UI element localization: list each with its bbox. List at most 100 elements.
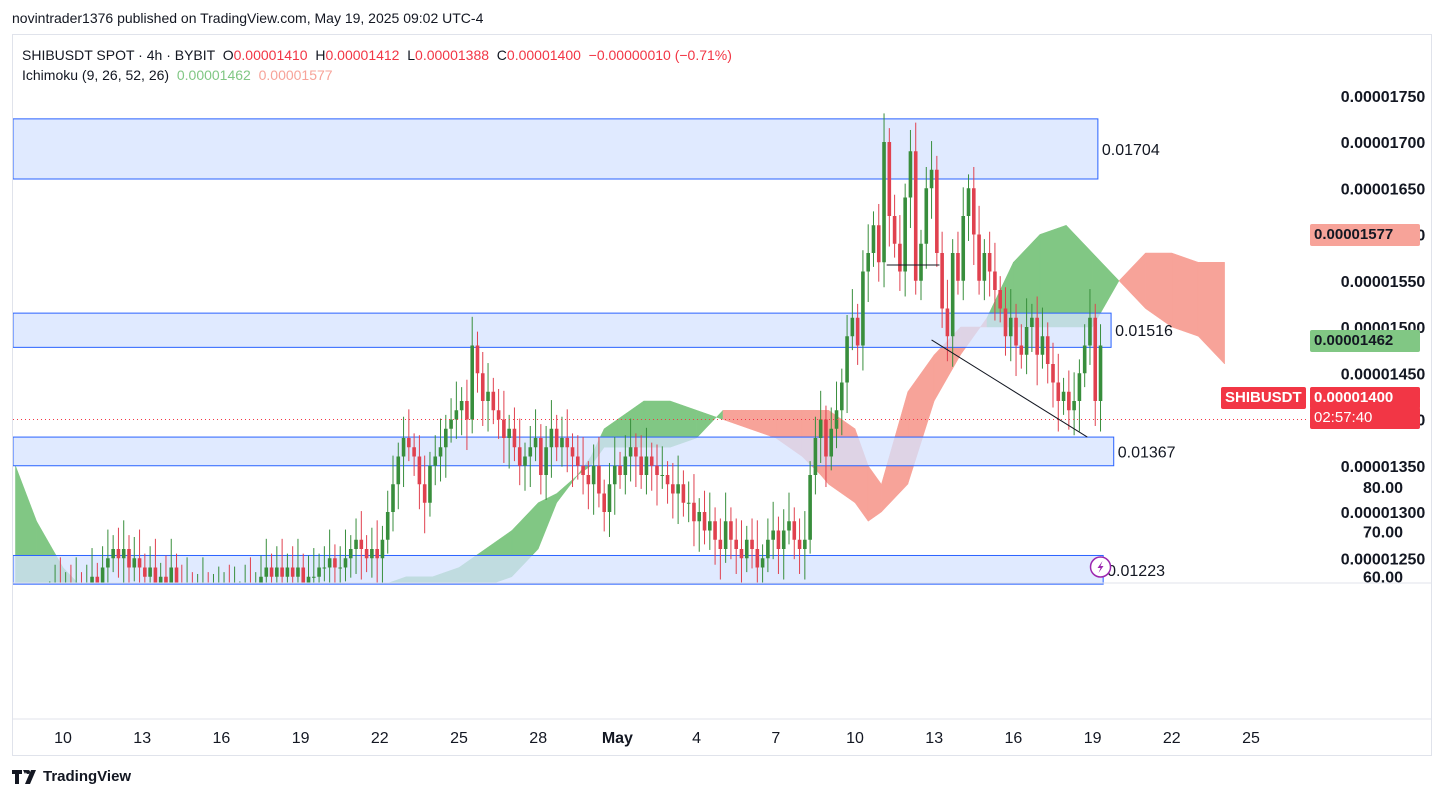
chart-canvas[interactable]: 80.0070.0060.00 0.017040.015160.013670.0… [13,35,1431,755]
candle-body [517,447,522,466]
candle-body [655,465,659,475]
candle-body [254,586,258,595]
candle-body [327,558,332,568]
candle-body [882,142,886,263]
candle-body [491,391,496,411]
high-label: H [315,47,326,63]
candle-body [808,475,812,540]
candle-body [116,549,121,559]
candle-body [480,373,485,401]
oscillator-tick: 60.00 [1363,569,1403,586]
candle-body [233,595,237,596]
chart-frame[interactable]: 80.00 70.00 60.00 0.01704 0.01516 0.01367 0.0… [12,34,1432,756]
candle-body [243,586,247,595]
support-resistance-zones: 0.01704 0.01516 0.01367 0.01223 [13,118,1176,585]
close-value: 0.00001400 [506,47,581,63]
candle-body [249,586,253,595]
last-price-tag: 0.00001400 [1310,387,1420,409]
symbol-tag: SHIBUSDT [1221,387,1306,409]
candle-body [191,586,195,595]
price-tick: 0.00001700 [1341,135,1426,152]
tradingview-brand: TradingView [43,768,132,785]
candle-body [919,243,923,281]
candle-body [127,549,131,568]
candle-body [1098,345,1103,401]
candle-body [48,595,52,596]
candle-body [212,595,216,596]
candle-body [692,502,696,522]
candle-body [185,586,189,595]
senkou-a-tag: 0.00001462 [1310,330,1420,352]
candle-body [290,567,295,577]
candle-body [201,586,205,595]
candle-body [80,586,84,595]
lower-pane-ticks: 80.00 70.00 60.00 [1363,480,1403,586]
candle-body [475,345,480,374]
cloud-segment [116,595,142,623]
tradingview-logo[interactable]: TradingView [12,768,131,785]
candle-body [924,188,929,244]
candle-body [612,465,617,485]
time-tick: 10 [54,730,72,747]
candle-body [649,456,654,466]
candle-body [565,438,570,448]
candle-body [813,438,818,475]
candle-body [708,521,712,531]
symbol-line[interactable]: SHIBUSDT SPOT · 4h · BYBIT [22,47,215,63]
oscillator-tick: 80.00 [1363,480,1403,497]
candle-body [581,465,585,475]
candle-body [982,253,987,281]
indicator-name[interactable]: Ichimoku (9, 26, 52, 26) [22,67,169,83]
candle-body [275,567,279,577]
candle-body [1061,391,1066,401]
candle-body [148,567,152,577]
time-tick: 7 [771,730,780,747]
candle-body [312,576,316,578]
candle-body [797,539,802,549]
candle-body [660,475,665,476]
candle-body [908,151,913,198]
price-tick: 0.00001650 [1341,181,1426,198]
candle-body [539,438,543,475]
candle-body [111,549,115,559]
candle-body [840,382,844,411]
candle-body [686,502,691,504]
candle-body [591,465,596,485]
time-tick: 19 [292,730,310,747]
candle-body [940,253,944,309]
candle-body [623,456,628,475]
candle-body [892,216,897,244]
cloud-segment [301,586,327,623]
candle-body [681,484,686,503]
candle-body [560,438,564,448]
candle-body [370,549,374,559]
cloud-segment [353,586,366,614]
open-label: O [222,47,234,63]
candle-body [528,447,533,457]
candle-body [903,197,907,272]
candle-body [1030,317,1034,327]
time-tick: 10 [846,730,864,747]
cloud-segment [142,595,168,623]
candle-body [507,428,511,438]
candle-body [671,484,675,494]
time-tick: 16 [213,730,231,747]
candle-body [1035,317,1039,355]
candle-body [1045,336,1050,364]
candle-body [338,567,342,569]
candle-body [871,225,876,253]
candle-body [422,484,427,503]
price-tick: 0.00001300 [1341,505,1426,522]
candle-body [238,595,242,596]
candle-body [85,586,89,595]
candle-body [702,512,707,531]
candle-body [1082,345,1087,374]
candle-body [602,493,606,512]
cloud-segment [556,474,578,504]
candle-body [417,456,422,485]
candle-body [628,447,633,457]
candle-body [1040,336,1045,355]
candle-body [401,438,406,457]
candle-body [380,539,385,559]
cloud-segment [1039,224,1067,328]
